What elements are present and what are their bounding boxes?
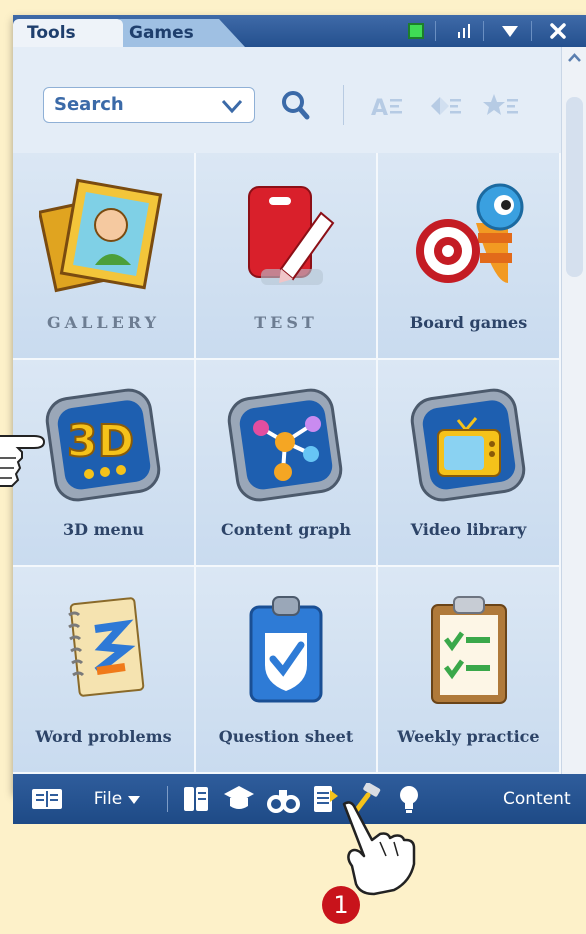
scroll-thumb[interactable]: [566, 97, 583, 277]
divider: [483, 21, 484, 41]
graduation-cap-icon[interactable]: [219, 774, 259, 824]
content-graph-icon: [227, 388, 343, 502]
divider: [167, 786, 168, 812]
svg-text:3D: 3D: [67, 416, 134, 467]
tab-tools[interactable]: Tools: [13, 19, 123, 47]
divider: [343, 85, 344, 125]
word-problems-notebook-icon: [67, 597, 144, 697]
3d-menu-icon: 3D: [45, 388, 160, 502]
svg-text:A: A: [371, 96, 388, 119]
chevron-down-icon[interactable]: [220, 92, 244, 124]
search-placeholder: Search: [54, 94, 124, 115]
test-pencil-icon: [248, 186, 335, 285]
grid-item-board-games[interactable]: Board games: [378, 153, 561, 360]
tool-grid: GALLERY TEST Board games 3D 3D menu Cont…: [13, 153, 561, 774]
grid-item-word-problems[interactable]: Word problems: [13, 567, 196, 774]
favorites-icon[interactable]: [483, 93, 519, 124]
sort-direction-icon[interactable]: [429, 93, 463, 124]
divider: [435, 21, 436, 41]
grid-item-label: Board games: [409, 313, 528, 332]
scroll-up-icon[interactable]: [566, 51, 583, 68]
dropdown-triangle-icon[interactable]: [495, 15, 525, 47]
grid-item-label: Weekly practice: [397, 727, 540, 746]
grid-item-label: Word problems: [35, 727, 172, 746]
grid-item-label: 3D menu: [63, 520, 144, 539]
bottom-toolbar: File Content: [13, 774, 586, 824]
title-bar: Games Tools: [13, 15, 586, 47]
pointing-hand-icon: [342, 801, 416, 896]
binoculars-icon[interactable]: [263, 774, 303, 824]
content-area: Search A GALLERY TEST Board games 3D 3D …: [13, 47, 561, 774]
grid-item-label: TEST: [254, 313, 318, 332]
grid-item-label: GALLERY: [47, 313, 160, 332]
pointing-hand-icon: [0, 435, 46, 487]
grid-item-label: Question sheet: [218, 727, 354, 746]
video-library-tv-icon: [410, 388, 525, 502]
question-sheet-clipboard-icon: [249, 596, 323, 703]
tools-window: Games Tools Search A GALLERY TEST Board …: [13, 15, 586, 824]
grid-item-gallery[interactable]: GALLERY: [13, 153, 196, 360]
grid-item-question-sheet[interactable]: Question sheet: [196, 567, 378, 774]
signal-bars-icon[interactable]: [449, 15, 479, 47]
grid-item-label: Content graph: [220, 520, 351, 539]
sort-alpha-icon[interactable]: A: [371, 93, 405, 124]
callout-number-badge: 1: [322, 886, 360, 924]
content-button[interactable]: Content: [503, 774, 586, 824]
board-games-target-icon: [415, 183, 523, 283]
grid-item-test[interactable]: TEST: [196, 153, 378, 360]
grid-item-label: Video library: [410, 520, 527, 539]
search-icon[interactable]: [279, 87, 313, 123]
close-icon[interactable]: [543, 15, 573, 47]
file-menu[interactable]: File: [77, 774, 157, 824]
vertical-scrollbar[interactable]: [561, 47, 586, 774]
content-button-label: Content: [503, 789, 571, 809]
file-menu-label: File: [93, 789, 123, 809]
green-square-icon[interactable]: [401, 15, 431, 47]
book-icon[interactable]: [27, 774, 67, 824]
pages-icon[interactable]: [179, 774, 213, 824]
search-input[interactable]: Search: [43, 87, 255, 123]
divider: [531, 21, 532, 41]
grid-item-weekly-practice[interactable]: Weekly practice: [378, 567, 561, 774]
grid-item-content-graph[interactable]: Content graph: [196, 360, 378, 567]
weekly-practice-checklist-icon: [430, 596, 507, 704]
tab-games[interactable]: Games: [115, 19, 245, 47]
dropdown-triangle-icon: [128, 790, 141, 809]
grid-item-video-library[interactable]: Video library: [378, 360, 561, 567]
gallery-frame-icon: [38, 178, 162, 293]
